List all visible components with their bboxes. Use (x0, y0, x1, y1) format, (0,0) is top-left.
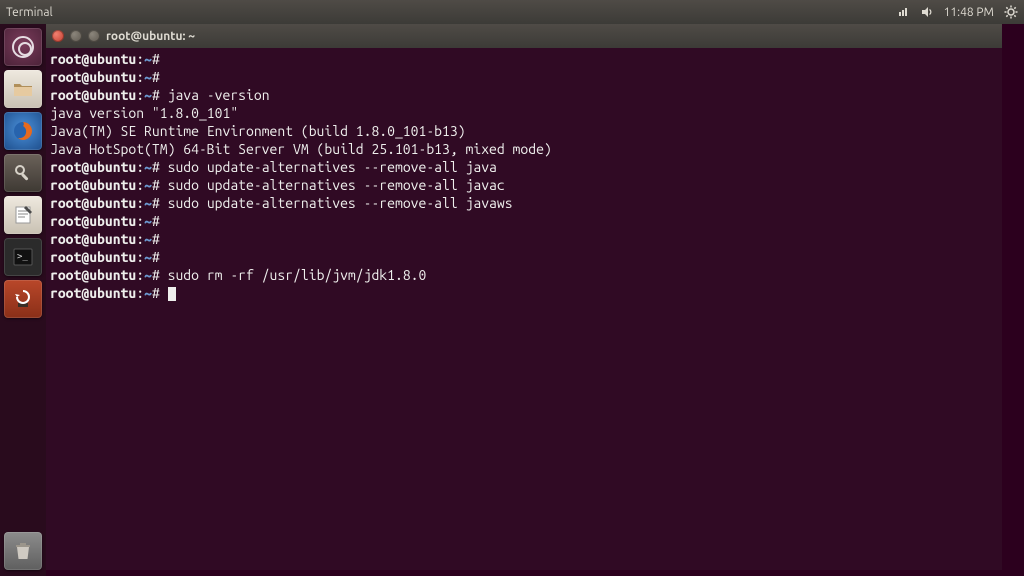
system-menu-bar: Terminal 11:48 PM (0, 0, 1024, 24)
window-maximize-button[interactable] (88, 30, 100, 42)
terminal-cursor (168, 287, 176, 301)
dash-button[interactable] (4, 28, 42, 66)
files-launcher[interactable] (4, 70, 42, 108)
gear-wrench-icon (12, 162, 34, 184)
window-close-button[interactable] (52, 30, 64, 42)
folder-icon (12, 78, 34, 100)
firefox-launcher[interactable] (4, 112, 42, 150)
updater-icon (12, 288, 34, 310)
terminal-prompt-line: root@ubuntu:~# sudo update-alternatives … (50, 158, 998, 176)
firefox-icon (11, 119, 35, 143)
terminal-prompt-line: root@ubuntu:~# sudo update-alternatives … (50, 176, 998, 194)
window-titlebar[interactable]: root@ubuntu: ~ (46, 24, 1002, 48)
network-icon[interactable] (896, 5, 910, 19)
menu-bar-app-title: Terminal (6, 6, 53, 19)
sound-icon[interactable] (920, 5, 934, 19)
notepad-icon (12, 204, 34, 226)
trash-launcher[interactable] (4, 532, 42, 570)
terminal-icon: >_ (12, 246, 34, 268)
terminal-launcher[interactable]: >_ (4, 238, 42, 276)
text-editor-launcher[interactable] (4, 196, 42, 234)
terminal-output[interactable]: root@ubuntu:~# root@ubuntu:~# root@ubunt… (46, 48, 1002, 570)
terminal-prompt-line: root@ubuntu:~# (50, 230, 998, 248)
terminal-prompt-line: root@ubuntu:~# sudo rm -rf /usr/lib/jvm/… (50, 266, 998, 284)
software-updater-launcher[interactable] (4, 280, 42, 318)
terminal-output-line: Java(TM) SE Runtime Environment (build 1… (50, 122, 998, 140)
window-title: root@ubuntu: ~ (106, 30, 195, 43)
clock[interactable]: 11:48 PM (944, 6, 994, 19)
ubuntu-logo-icon (12, 36, 34, 58)
terminal-output-line: Java HotSpot(TM) 64-Bit Server VM (build… (50, 140, 998, 158)
terminal-prompt-line: root@ubuntu:~# sudo update-alternatives … (50, 194, 998, 212)
trash-icon (12, 540, 34, 562)
session-gear-icon[interactable] (1004, 5, 1018, 19)
svg-text:>_: >_ (17, 252, 28, 262)
terminal-window: root@ubuntu: ~ root@ubuntu:~# root@ubunt… (46, 24, 1002, 570)
terminal-prompt-line: root@ubuntu:~# java -version (50, 86, 998, 104)
system-settings-launcher[interactable] (4, 154, 42, 192)
terminal-prompt-line: root@ubuntu:~# (50, 284, 998, 302)
unity-launcher: >_ (0, 24, 46, 576)
terminal-prompt-line: root@ubuntu:~# (50, 50, 998, 68)
terminal-prompt-line: root@ubuntu:~# (50, 248, 998, 266)
terminal-prompt-line: root@ubuntu:~# (50, 68, 998, 86)
window-minimize-button[interactable] (70, 30, 82, 42)
terminal-prompt-line: root@ubuntu:~# (50, 212, 998, 230)
terminal-output-line: java version "1.8.0_101" (50, 104, 998, 122)
